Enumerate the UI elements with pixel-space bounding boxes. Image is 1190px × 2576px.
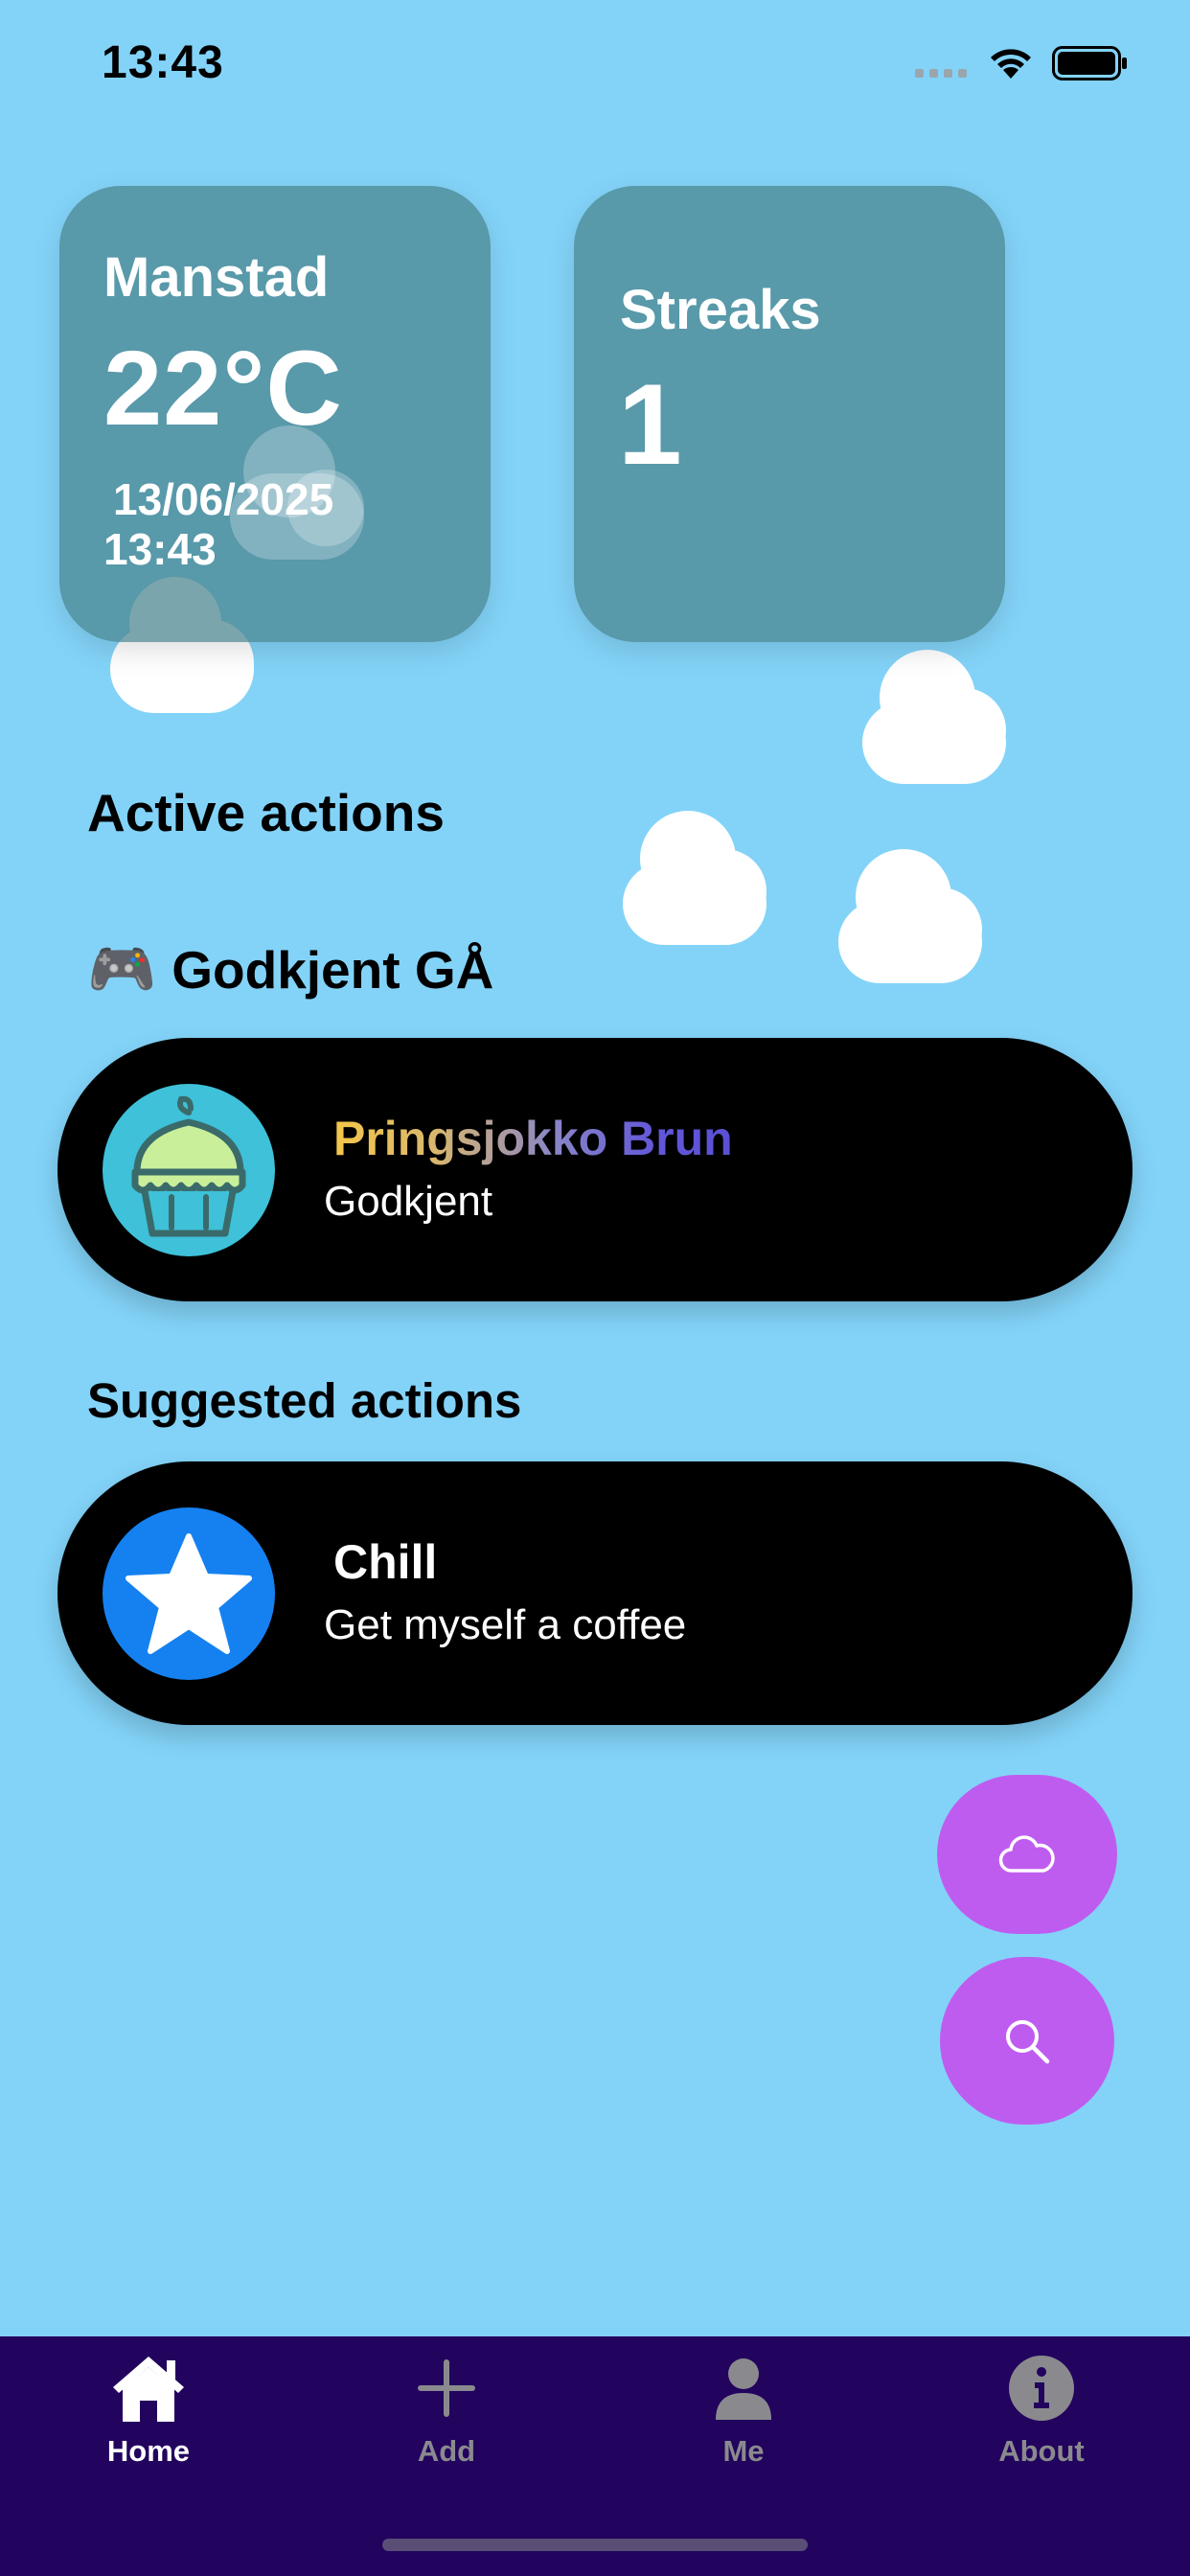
active-actions-heading: Active actions [87, 783, 445, 842]
tab-add-label: Add [417, 2434, 476, 2468]
tab-home[interactable]: Home [53, 2353, 244, 2469]
weather-location: Manstad [103, 246, 330, 309]
person-icon [716, 2358, 771, 2420]
weather-card[interactable]: Manstad 22°C 13/06/2025 13:43 [59, 186, 491, 642]
weather-temperature: 22°C [103, 330, 343, 448]
cloud-decoration [862, 650, 1006, 784]
star-icon [103, 1507, 275, 1680]
suggested-actions-heading: Suggested actions [87, 1373, 522, 1428]
home-indicator [382, 2539, 808, 2551]
cloud-icon [998, 1835, 1055, 1873]
cloud-decoration [623, 811, 767, 945]
cupcake-icon [103, 1084, 275, 1256]
suggested-action-subtitle: Get myself a coffee [324, 1601, 687, 1648]
tab-me[interactable]: Me [648, 2353, 839, 2469]
weather-time: 13:43 [103, 524, 217, 574]
active-action-subtitle: Godkjent [324, 1178, 493, 1225]
cloud-decoration [838, 849, 982, 983]
search-icon [1006, 2019, 1050, 2063]
status-time: 13:43 [102, 37, 224, 88]
cellular-signal-icon [915, 69, 967, 78]
gamepad-icon: 🎮 [87, 938, 157, 1000]
weather-fab-button[interactable] [937, 1775, 1117, 1934]
tab-me-label: Me [722, 2434, 765, 2468]
home-icon [113, 2357, 184, 2422]
tab-home-label: Home [106, 2434, 191, 2468]
battery-icon [1052, 46, 1129, 85]
tab-about[interactable]: About [946, 2353, 1137, 2469]
weather-date: 13/06/2025 [113, 474, 334, 524]
search-fab-button[interactable] [940, 1957, 1114, 2125]
tab-add[interactable]: Add [351, 2353, 542, 2469]
streak-card[interactable]: Streaks 1 [574, 186, 1005, 642]
suggested-action-title: Chill [333, 1535, 438, 1589]
tab-about-label: About [998, 2434, 1085, 2468]
wifi-icon [985, 42, 1037, 85]
active-group-label: Godkjent GÅ [172, 940, 494, 1000]
suggested-action-item[interactable]: Chill Get myself a coffee [57, 1461, 1133, 1725]
active-group-title: 🎮 Godkjent GÅ [87, 937, 493, 1002]
active-action-title: Pringsjokko Brun [333, 1112, 733, 1165]
active-action-item[interactable]: Pringsjokko Brun Godkjent [57, 1038, 1133, 1301]
streak-count: 1 [618, 360, 682, 489]
plus-icon [418, 2359, 475, 2417]
streak-title: Streaks [620, 279, 821, 341]
info-icon [1009, 2356, 1074, 2421]
